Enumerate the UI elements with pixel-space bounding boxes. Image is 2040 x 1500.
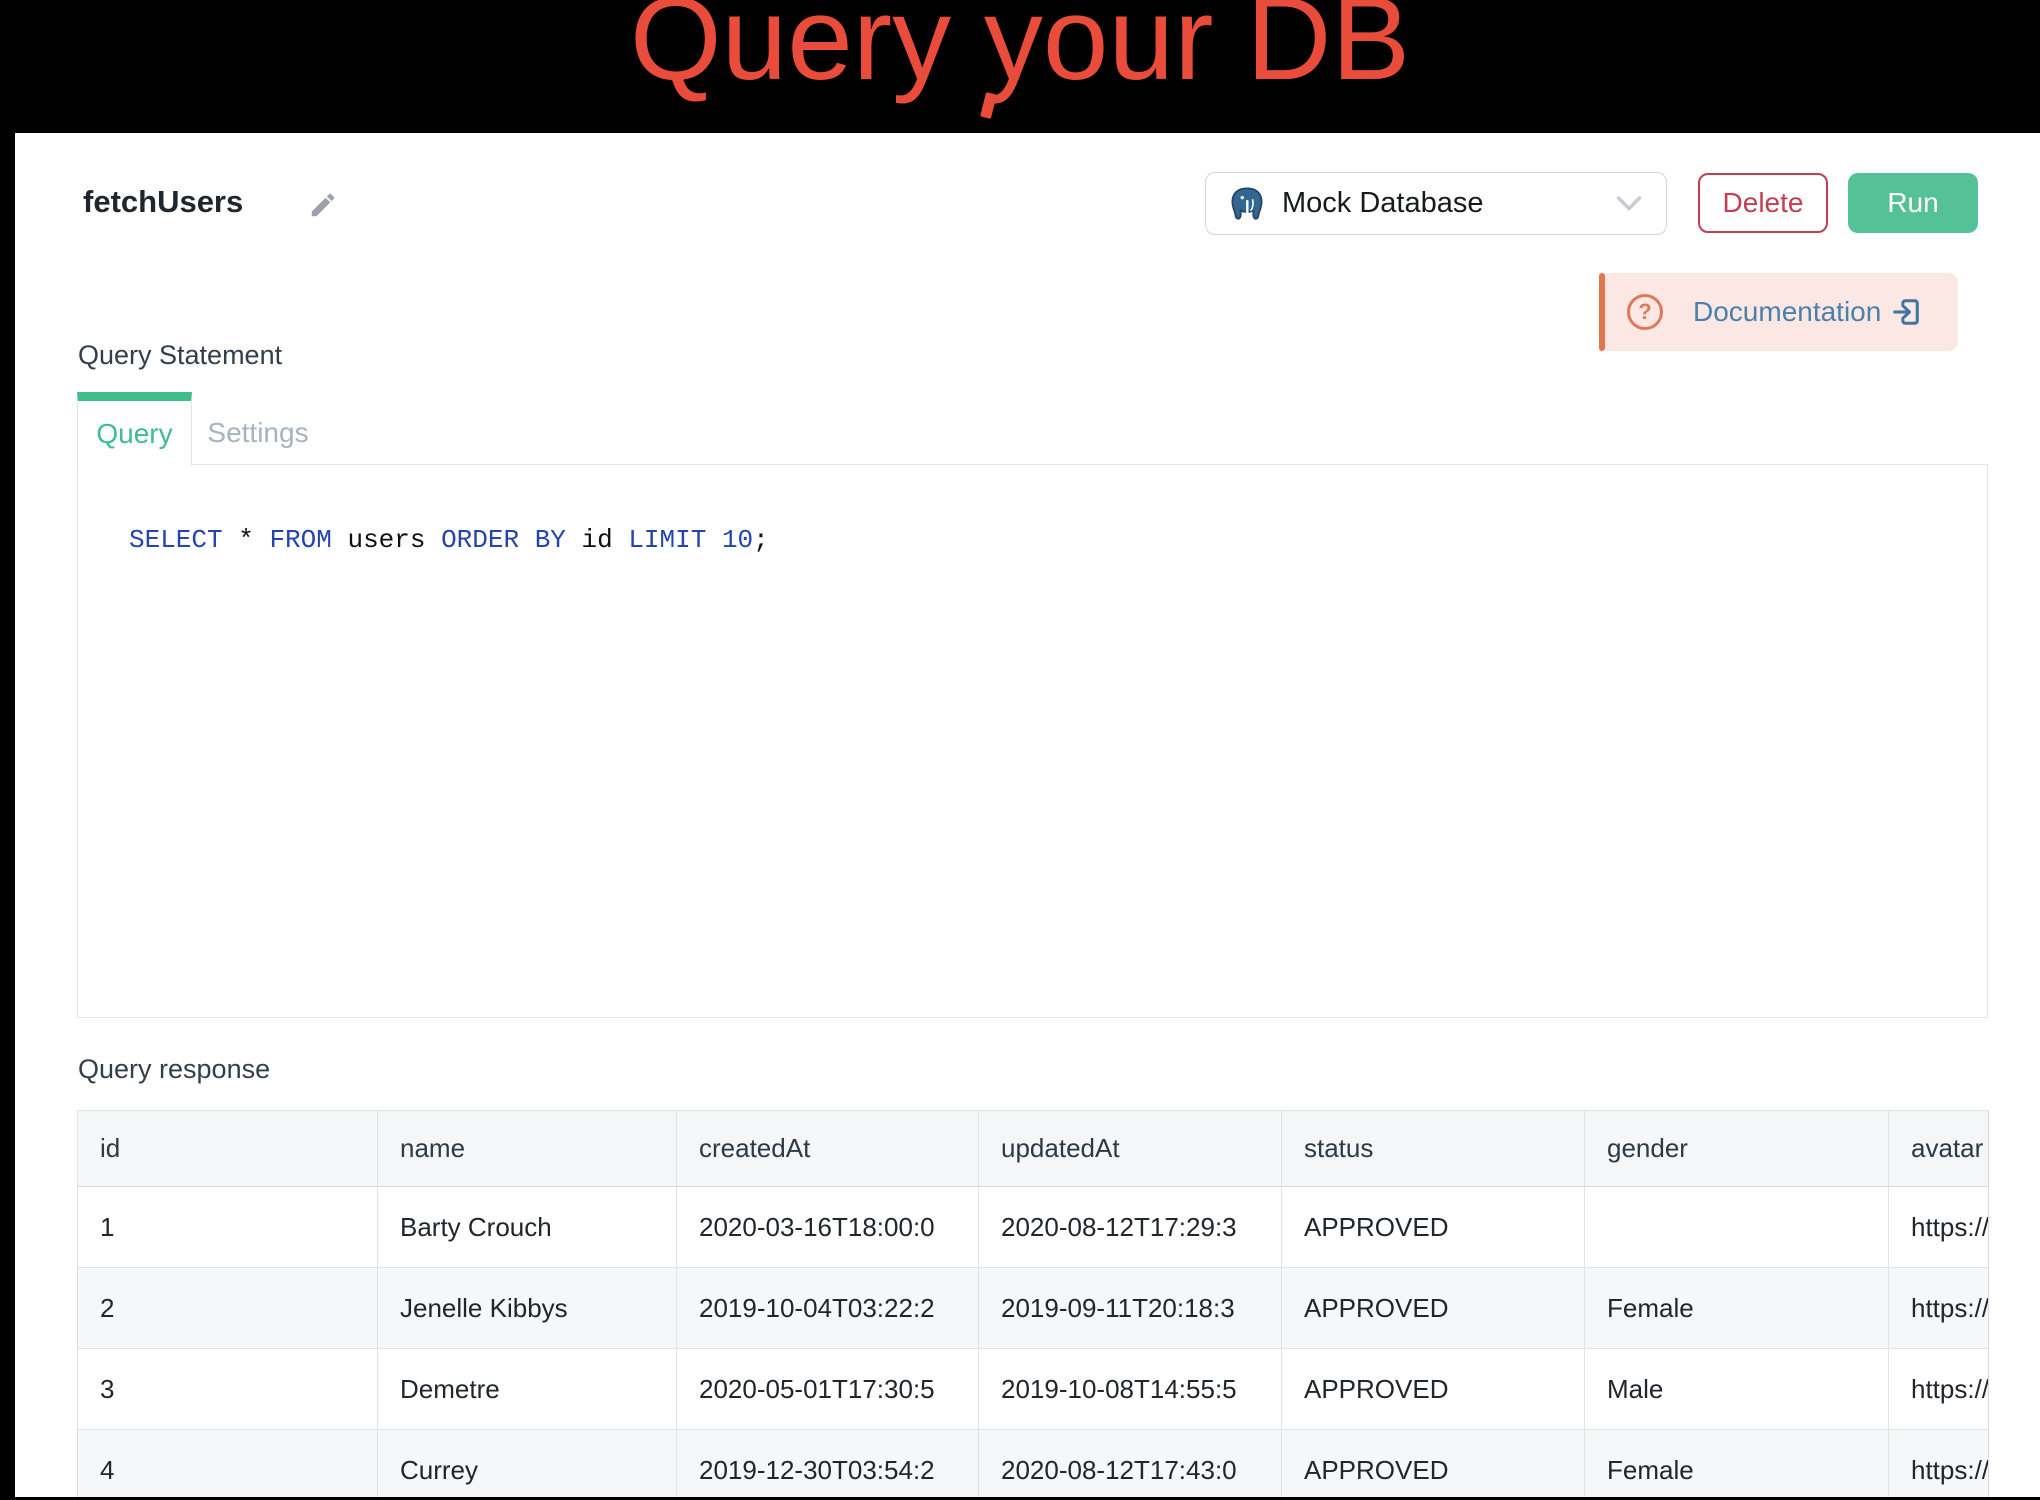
cell-createdAt: 2020-03-16T18:00:0 — [677, 1187, 979, 1268]
cell-id: 4 — [78, 1430, 378, 1498]
column-header-name: name — [378, 1111, 677, 1187]
cell-updatedAt: 2020-08-12T17:29:3 — [979, 1187, 1282, 1268]
column-header-gender: gender — [1585, 1111, 1889, 1187]
delete-button[interactable]: Delete — [1698, 173, 1828, 233]
cell-id: 3 — [78, 1349, 378, 1430]
open-external-icon — [1891, 297, 1921, 327]
cell-updatedAt: 2019-10-08T14:55:5 — [979, 1349, 1282, 1430]
cell-id: 2 — [78, 1268, 378, 1349]
documentation-link[interactable]: ? Documentation — [1605, 273, 1958, 351]
cell-status: APPROVED — [1282, 1187, 1585, 1268]
cell-updatedAt: 2020-08-12T17:43:0 — [979, 1430, 1282, 1498]
cell-avatar: https:// — [1889, 1187, 1990, 1268]
cell-updatedAt: 2019-09-11T20:18:3 — [979, 1268, 1282, 1349]
cell-id: 1 — [78, 1187, 378, 1268]
cell-createdAt: 2020-05-01T17:30:5 — [677, 1349, 979, 1430]
cell-name: Currey — [378, 1430, 677, 1498]
sql-editor[interactable]: SELECT * FROM users ORDER BY id LIMIT 10… — [77, 464, 1988, 1018]
cell-gender — [1585, 1187, 1889, 1268]
cell-name: Demetre — [378, 1349, 677, 1430]
query-response-table: idnamecreatedAtupdatedAtstatusgenderavat… — [77, 1110, 1989, 1497]
cell-gender: Female — [1585, 1430, 1889, 1498]
query-response-table-container[interactable]: idnamecreatedAtupdatedAtstatusgenderavat… — [77, 1110, 1989, 1497]
cell-name: Barty Crouch — [378, 1187, 677, 1268]
sql-statement: SELECT * FROM users ORDER BY id LIMIT 10… — [129, 525, 769, 555]
database-dropdown[interactable]: Mock Database — [1205, 172, 1667, 235]
cell-status: APPROVED — [1282, 1430, 1585, 1498]
tab-query[interactable]: Query — [77, 392, 192, 466]
column-header-avatar: avatar — [1889, 1111, 1990, 1187]
cell-createdAt: 2019-10-04T03:22:2 — [677, 1268, 979, 1349]
cell-avatar: https:// — [1889, 1430, 1990, 1498]
cell-status: APPROVED — [1282, 1349, 1585, 1430]
column-header-status: status — [1282, 1111, 1585, 1187]
tab-settings[interactable]: Settings — [192, 401, 324, 464]
page-title: Query your DB — [0, 0, 2040, 98]
table-row: 4Currey2019-12-30T03:54:22020-08-12T17:4… — [78, 1430, 1990, 1498]
column-header-createdAt: createdAt — [677, 1111, 979, 1187]
cell-avatar: https:// — [1889, 1349, 1990, 1430]
cell-avatar: https:// — [1889, 1268, 1990, 1349]
cell-createdAt: 2019-12-30T03:54:2 — [677, 1430, 979, 1498]
question-circle-icon: ? — [1627, 294, 1663, 330]
cell-status: APPROVED — [1282, 1268, 1585, 1349]
table-header-row: idnamecreatedAtupdatedAtstatusgenderavat… — [78, 1111, 1990, 1187]
query-response-label: Query response — [78, 1054, 270, 1085]
documentation-label: Documentation — [1693, 296, 1881, 328]
cell-name: Jenelle Kibbys — [378, 1268, 677, 1349]
column-header-id: id — [78, 1111, 378, 1187]
cell-gender: Male — [1585, 1349, 1889, 1430]
query-statement-label: Query Statement — [78, 340, 282, 371]
chevron-down-icon — [1616, 195, 1642, 212]
run-button[interactable]: Run — [1848, 173, 1978, 233]
cell-gender: Female — [1585, 1268, 1889, 1349]
column-header-updatedAt: updatedAt — [979, 1111, 1282, 1187]
edit-pencil-icon[interactable] — [308, 190, 338, 220]
postgresql-icon — [1228, 185, 1266, 223]
table-row: 2Jenelle Kibbys2019-10-04T03:22:22019-09… — [78, 1268, 1990, 1349]
table-row: 3Demetre2020-05-01T17:30:52019-10-08T14:… — [78, 1349, 1990, 1430]
database-dropdown-value: Mock Database — [1282, 187, 1616, 220]
query-name-title: fetchUsers — [83, 184, 243, 220]
table-row: 1Barty Crouch2020-03-16T18:00:02020-08-1… — [78, 1187, 1990, 1268]
